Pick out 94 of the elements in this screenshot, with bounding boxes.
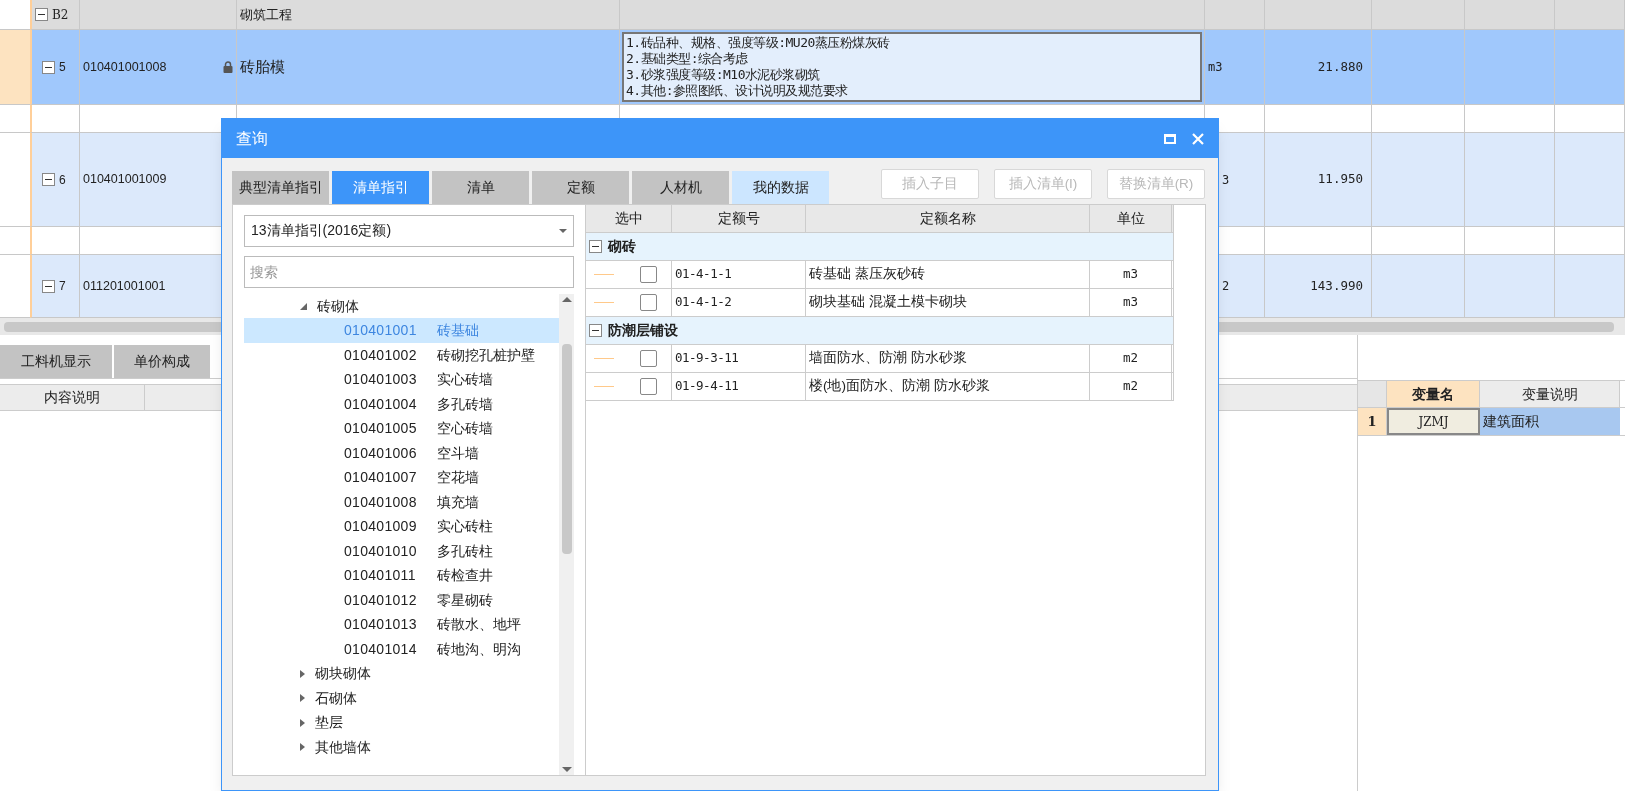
collapse-icon[interactable] <box>42 173 55 186</box>
column-header: 内容说明 <box>0 385 145 410</box>
tree-item[interactable]: 010401012 零星砌砖 <box>244 587 559 613</box>
library-dropdown[interactable]: 13清单指引(2016定额) <box>244 215 574 247</box>
item-name: 砖胎模 <box>240 56 285 77</box>
collapse-icon[interactable] <box>589 240 602 253</box>
column-header: 定额名称 <box>806 205 1090 232</box>
bottom-tab[interactable]: 单价构成 <box>114 345 210 378</box>
tree-item[interactable]: 010401005 空心砖墙 <box>244 416 559 441</box>
row-code: B2 <box>52 6 69 24</box>
checkbox[interactable] <box>640 294 657 311</box>
collapse-icon[interactable] <box>42 60 55 74</box>
unit: m3 <box>1090 261 1172 288</box>
unit: m3 <box>1208 59 1223 76</box>
tree-item[interactable]: 010401011 砖检查井 <box>244 563 559 588</box>
quantity: 143.990 <box>1310 276 1363 295</box>
dropdown-caret-icon <box>559 228 567 233</box>
group-name: 砌砖 <box>608 237 636 256</box>
tree-item[interactable]: 010401008 填充墙 <box>244 489 559 515</box>
unit: m2 <box>1090 373 1172 400</box>
row-number: 6 <box>59 171 66 189</box>
tree-item[interactable]: 垫层 <box>315 712 343 734</box>
unit: m3 <box>1090 289 1172 316</box>
table-cell <box>1555 255 1625 318</box>
collapse-icon[interactable] <box>589 324 602 337</box>
collapse-triangle-icon[interactable] <box>300 302 307 310</box>
scroll-down-icon[interactable] <box>561 766 572 772</box>
tree-item[interactable]: 010401007 空花墙 <box>244 465 559 490</box>
column-header: 单位 <box>1090 205 1172 232</box>
quantity: 11.950 <box>1317 170 1363 189</box>
row-number: 7 <box>59 278 66 295</box>
checkbox[interactable] <box>640 266 657 283</box>
bottom-tab[interactable]: 工料机显示 <box>0 345 112 378</box>
tree-item[interactable]: 010401009 实心砖柱 <box>244 514 559 539</box>
group-name: 防潮层铺设 <box>608 321 678 340</box>
dialog-tab[interactable]: 典型清单指引 <box>232 171 329 204</box>
column-header: 变量名 <box>1387 381 1480 407</box>
dialog-title: 查询 <box>236 128 268 149</box>
collapse-icon[interactable] <box>42 279 55 293</box>
dialog-tab[interactable]: 人材机 <box>632 171 729 204</box>
vertical-scrollbar[interactable] <box>559 293 574 775</box>
expand-triangle-icon[interactable] <box>300 694 305 703</box>
quota-name: 墙面防水、防潮 防水砂浆 <box>806 345 1090 372</box>
expand-triangle-icon[interactable] <box>300 718 305 727</box>
quota-name: 楼(地)面防水、防潮 防水砂浆 <box>806 373 1090 400</box>
table-cell <box>1555 227 1625 255</box>
scrollbar-thumb[interactable] <box>561 344 572 555</box>
expand-triangle-icon[interactable] <box>300 669 305 678</box>
tree-item[interactable]: 010401004 多孔砖墙 <box>244 391 559 417</box>
item-code: 010401001008 <box>83 58 167 76</box>
expand-triangle-icon[interactable] <box>300 743 305 752</box>
scroll-up-icon[interactable] <box>561 296 572 302</box>
collapse-icon[interactable] <box>35 8 48 21</box>
checkbox[interactable] <box>640 350 657 367</box>
dialog-tab[interactable]: 清单 <box>432 171 529 204</box>
tree-item[interactable]: 其他墙体 <box>315 736 371 758</box>
unit: 3 <box>1222 171 1230 189</box>
tree-item[interactable]: 010401014 砖地沟、明沟 <box>244 636 559 662</box>
dialog-tab[interactable]: 定额 <box>532 171 629 204</box>
maximize-icon[interactable] <box>1164 133 1176 144</box>
tree-item[interactable]: 010401010 多孔砖柱 <box>244 538 559 564</box>
tree-item[interactable]: 010401003 实心砖墙 <box>244 367 559 392</box>
table-cell <box>1555 105 1625 133</box>
tree-item[interactable]: 010401013 砖散水、地坪 <box>244 612 559 637</box>
quantity: 21.880 <box>1317 57 1363 76</box>
row-number: 1 <box>1358 408 1387 435</box>
tree-item[interactable]: 010401002 砖砌挖孔桩护壁 <box>244 342 559 368</box>
quota-name: 砌块基础 混凝土模卡砌块 <box>806 289 1090 316</box>
tree-item[interactable]: 石砌体 <box>315 687 357 709</box>
table-cell <box>1555 0 1625 30</box>
quota-code: 01-9-3-11 <box>672 345 806 372</box>
item-code: 011201001001 <box>83 277 166 295</box>
row-number: 5 <box>59 59 66 76</box>
unit: 2 <box>1222 278 1230 295</box>
tree-item[interactable]: 010401006 空斗墙 <box>244 440 559 466</box>
checkbox[interactable] <box>640 378 657 395</box>
quota-code: 01-4-1-2 <box>672 289 806 316</box>
dialog-tab[interactable]: 我的数据 <box>732 171 829 204</box>
quota-code: 01-4-1-1 <box>672 261 806 288</box>
variable-description[interactable]: 建筑面积 <box>1480 408 1620 435</box>
quota-name: 砖基础 蒸压灰砂砖 <box>806 261 1090 288</box>
column-header: 选中 <box>586 205 672 232</box>
column-header: 变量说明 <box>1480 381 1620 407</box>
tree-item[interactable]: 砌块砌体 <box>315 663 371 685</box>
column-header: 定额号 <box>672 205 806 232</box>
close-icon[interactable] <box>1192 132 1204 145</box>
variable-name[interactable]: JZMJ <box>1387 408 1480 435</box>
section-name: 砌筑工程 <box>240 5 292 24</box>
tree-item[interactable]: 砖砌体 <box>317 295 359 317</box>
unit: m2 <box>1090 345 1172 372</box>
item-code: 010401001009 <box>83 171 167 189</box>
search-field[interactable]: 搜索 <box>244 255 574 288</box>
description-cell[interactable]: 1.砖品种、规格、强度等级:MU20蒸压粉煤灰砖 2.基础类型:综合考虑 3.砂浆强度等级:M10水泥砂浆砌筑 4.其他:参照图纸、设计说明及规范要求 <box>622 32 1202 102</box>
quota-code: 01-9-4-11 <box>672 373 806 400</box>
